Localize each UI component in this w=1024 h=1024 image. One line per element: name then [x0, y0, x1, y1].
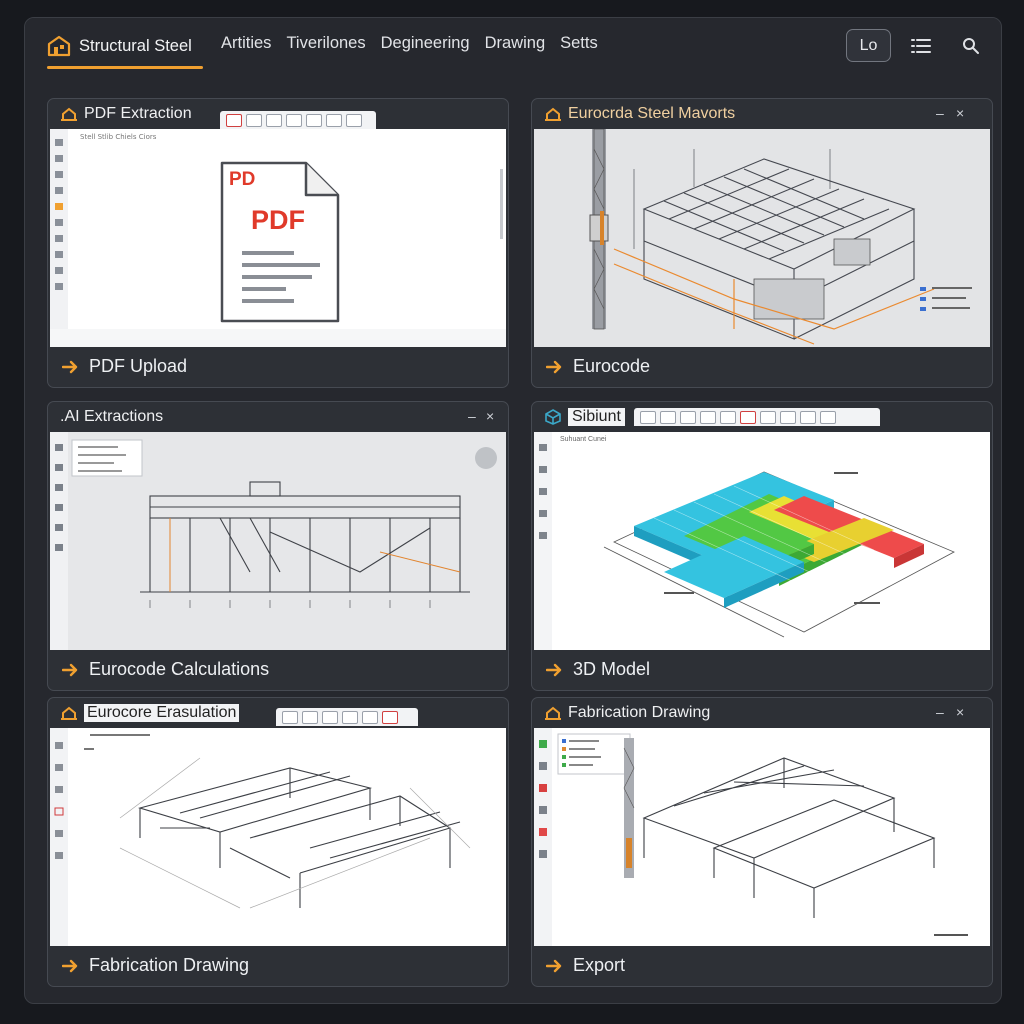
steel-beam-icon [61, 107, 77, 121]
card-footer-label: PDF Upload [89, 356, 188, 376]
document-header-line: Stell Stlib Chiels Ciors [80, 133, 157, 141]
card-fabrication-drawing[interactable]: Fabrication Drawing – × Export [531, 697, 993, 987]
nav-item-degineering[interactable]: Degineering [381, 34, 470, 53]
card-footer[interactable]: Eurocode Calculations [62, 659, 269, 680]
card-title: Sibiunt [568, 408, 625, 426]
card-eurocore-erasulation[interactable]: Eurocore Erasulation Fabrication Drawing [47, 697, 509, 987]
steel-model-preview[interactable] [534, 129, 990, 347]
steel-beam-icon [545, 107, 561, 121]
card-footer-label: 3D Model [573, 659, 651, 679]
tool-button[interactable] [740, 410, 756, 424]
card-title: Eurocrda Steel Mavorts [568, 105, 736, 122]
tool-button[interactable] [342, 710, 358, 724]
viewer-toolbar [634, 408, 880, 426]
search-icon[interactable] [960, 35, 982, 57]
arrow-right-icon [546, 360, 562, 373]
card-footer-label: Eurocode [573, 356, 651, 376]
tool-button[interactable] [700, 410, 716, 424]
ai-drawing-preview[interactable] [50, 432, 506, 650]
tool-button[interactable] [226, 113, 242, 127]
minimize-button[interactable]: – [468, 408, 476, 424]
card-footer-label: Fabrication Drawing [89, 955, 250, 975]
viewer-toolbar [220, 111, 376, 129]
card-footer-label: Eurocode Calculations [89, 659, 270, 679]
tool-button[interactable] [286, 113, 302, 127]
card-title: Fabrication Drawing [568, 704, 711, 721]
minimize-button[interactable]: – [936, 704, 944, 720]
card-footer[interactable]: 3D Model [546, 659, 650, 680]
card-footer[interactable]: Export [546, 955, 625, 976]
tool-button[interactable] [302, 710, 318, 724]
nav-item-artities[interactable]: Artities [221, 34, 271, 53]
active-tab-indicator [47, 66, 203, 69]
card-header: Eurocrda Steel Mavorts [532, 99, 992, 129]
tool-button[interactable] [322, 710, 338, 724]
arrow-right-icon [62, 959, 78, 972]
brand[interactable]: Structural Steel [47, 32, 192, 60]
card-title: PDF Extraction [84, 105, 192, 122]
minimize-button[interactable]: – [936, 105, 944, 121]
nav-item-setts[interactable]: Setts [560, 34, 598, 53]
erasulation-drawing-preview[interactable] [50, 728, 506, 946]
app-window: Structural Steel Artities Tiverilones De… [24, 17, 1002, 1004]
arrow-right-icon [62, 360, 78, 373]
top-navigation-bar: Structural Steel Artities Tiverilones De… [25, 18, 1001, 74]
account-pill-button[interactable]: Lo [846, 29, 891, 62]
tool-button[interactable] [326, 113, 342, 127]
card-ai-extractions[interactable]: .AI Extractions – × Eurocode Calculation… [47, 401, 509, 691]
tool-button[interactable] [660, 410, 676, 424]
card-header: .AI Extractions [48, 402, 508, 432]
card-pdf-extraction[interactable]: PDF Extraction Stell Stlib Chiels Ciors … [47, 98, 509, 388]
tool-button[interactable] [266, 113, 282, 127]
close-button[interactable]: × [956, 704, 964, 720]
steel-beam-icon [61, 706, 77, 720]
viewer-toolbar [276, 708, 418, 726]
tool-button[interactable] [820, 410, 836, 424]
card-footer-label: Export [573, 955, 626, 975]
tool-button[interactable] [640, 410, 656, 424]
main-nav: Artities Tiverilones Degineering Drawing… [221, 34, 598, 53]
cube-icon [545, 409, 561, 425]
nav-item-drawing[interactable]: Drawing [485, 34, 546, 53]
tool-button[interactable] [382, 710, 398, 724]
pdf-center-label: PDF [251, 205, 305, 235]
tool-button[interactable] [282, 710, 298, 724]
nav-item-tiverilones[interactable]: Tiverilones [286, 34, 365, 53]
card-3d-model[interactable]: Sibiunt Suhuant Cunei 3D Model [531, 401, 993, 691]
model-header-line: Suhuant Cunei [560, 436, 607, 443]
card-header: Fabrication Drawing [532, 698, 992, 728]
card-footer[interactable]: PDF Upload [62, 356, 187, 377]
close-button[interactable]: × [486, 408, 494, 424]
fabrication-drawing-preview[interactable] [534, 728, 990, 946]
close-button[interactable]: × [956, 105, 964, 121]
card-title: Eurocore Erasulation [84, 704, 240, 722]
tool-button[interactable] [780, 410, 796, 424]
tool-button[interactable] [306, 113, 322, 127]
3d-model-preview[interactable]: Suhuant Cunei [534, 432, 990, 650]
steel-beam-icon [545, 706, 561, 720]
tool-button[interactable] [246, 113, 262, 127]
card-footer[interactable]: Eurocode [546, 356, 650, 377]
arrow-right-icon [546, 959, 562, 972]
steel-building-logo-icon [47, 35, 71, 57]
tool-button[interactable] [362, 710, 378, 724]
tool-button[interactable] [800, 410, 816, 424]
arrow-right-icon [546, 663, 562, 676]
card-eurocode-steel[interactable]: Eurocrda Steel Mavorts – × Eurocode [531, 98, 993, 388]
card-title: .AI Extractions [60, 408, 164, 425]
pdf-viewer-preview[interactable]: Stell Stlib Chiels Ciors PD PDF [50, 129, 506, 347]
pdf-corner-label: PD [229, 169, 256, 190]
card-footer[interactable]: Fabrication Drawing [62, 955, 249, 976]
tool-button[interactable] [680, 410, 696, 424]
list-icon[interactable] [910, 35, 932, 57]
arrow-right-icon [62, 663, 78, 676]
brand-label: Structural Steel [79, 36, 192, 55]
tool-button[interactable] [346, 113, 362, 127]
tool-button[interactable] [760, 410, 776, 424]
tool-button[interactable] [720, 410, 736, 424]
